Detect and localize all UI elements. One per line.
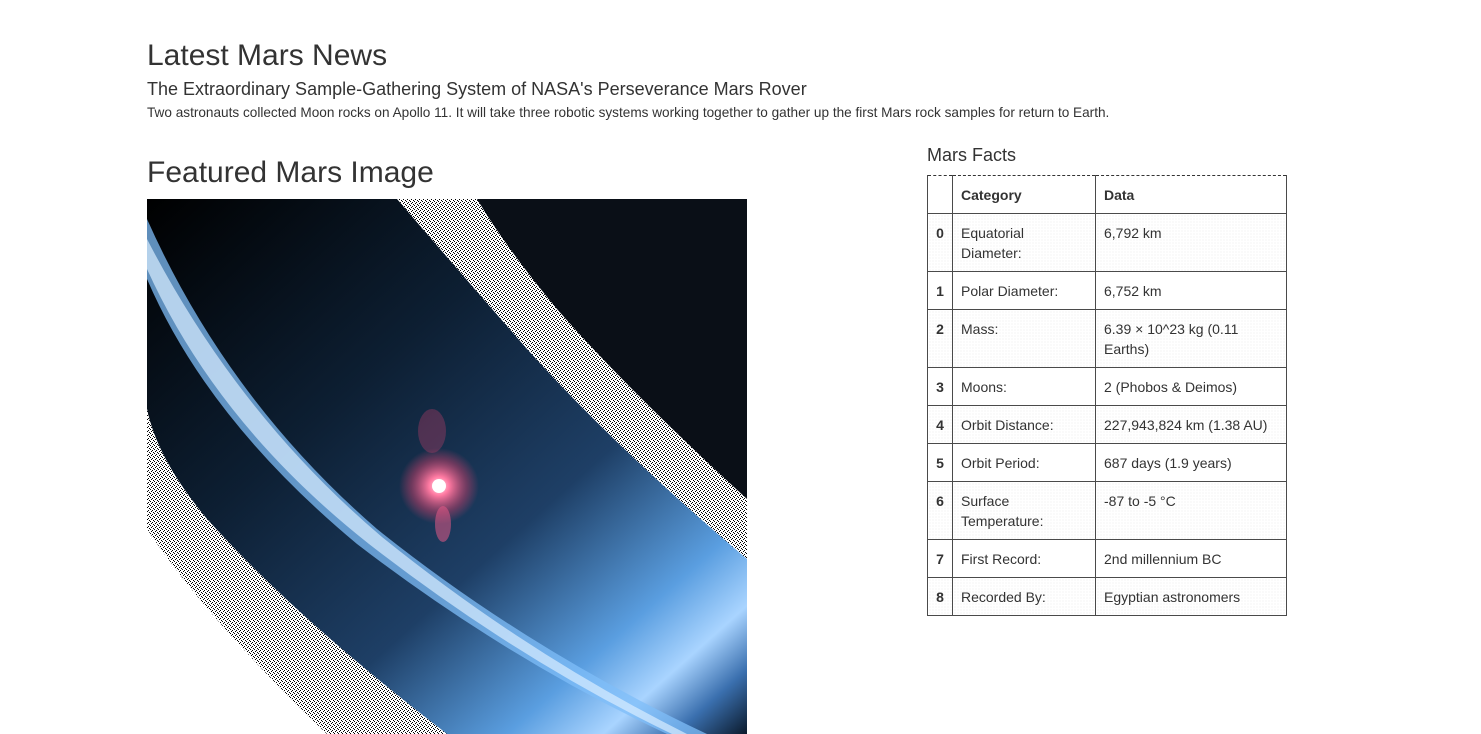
row-category: Orbit Period:: [952, 443, 1096, 482]
row-category: Moons:: [952, 367, 1096, 406]
column-header-index: [927, 175, 953, 214]
featured-mars-image: [147, 199, 747, 734]
row-data: 6,792 km: [1095, 213, 1287, 272]
table-row: 6 Surface Temperature: -87 to -5 °C: [927, 481, 1287, 540]
facts-table: Category Data 0 Equatorial Diameter: 6,7…: [927, 175, 1287, 616]
row-index: 3: [927, 367, 953, 406]
row-data: 2 (Phobos & Deimos): [1095, 367, 1287, 406]
row-index: 1: [927, 271, 953, 310]
featured-image-section: Featured Mars Image: [147, 155, 747, 734]
row-index: 6: [927, 481, 953, 540]
news-title: The Extraordinary Sample-Gathering Syste…: [147, 79, 807, 99]
table-row: 2 Mass: 6.39 × 10^23 kg (0.11 Earths): [927, 309, 1287, 368]
row-index: 5: [927, 443, 953, 482]
facts-header-row: Category Data: [927, 175, 1287, 214]
latest-news-section: Latest Mars News The Extraordinary Sampl…: [147, 38, 1297, 122]
page: Latest Mars News The Extraordinary Sampl…: [0, 0, 1481, 734]
row-category: Recorded By:: [952, 577, 1096, 616]
row-index: 2: [927, 309, 953, 368]
news-teaser: Two astronauts collected Moon rocks on A…: [147, 105, 1110, 120]
row-category: Mass:: [952, 309, 1096, 368]
row-data: 227,943,824 km (1.38 AU): [1095, 405, 1287, 444]
news-heading: Latest Mars News: [147, 39, 388, 72]
row-index: 4: [927, 405, 953, 444]
facts-heading: Mars Facts: [927, 145, 1017, 165]
row-category: Orbit Distance:: [952, 405, 1096, 444]
row-category: Polar Diameter:: [952, 271, 1096, 310]
row-category: First Record:: [952, 539, 1096, 578]
table-row: 0 Equatorial Diameter: 6,792 km: [927, 213, 1287, 272]
row-category: Surface Temperature:: [952, 481, 1096, 540]
column-header-data: Data: [1095, 175, 1287, 214]
column-header-category: Category: [952, 175, 1096, 214]
row-data: Egyptian astronomers: [1095, 577, 1287, 616]
row-index: 8: [927, 577, 953, 616]
table-row: 4 Orbit Distance: 227,943,824 km (1.38 A…: [927, 405, 1287, 444]
row-data: 6.39 × 10^23 kg (0.11 Earths): [1095, 309, 1287, 368]
row-data: -87 to -5 °C: [1095, 481, 1287, 540]
row-category: Equatorial Diameter:: [952, 213, 1096, 272]
row-data: 6,752 km: [1095, 271, 1287, 310]
row-index: 7: [927, 539, 953, 578]
table-row: 7 First Record: 2nd millennium BC: [927, 539, 1287, 578]
mars-facts-section: Mars Facts Category Data 0 Equatorial Di…: [927, 145, 1287, 616]
row-index: 0: [927, 213, 953, 272]
featured-heading: Featured Mars Image: [147, 156, 434, 189]
table-row: 3 Moons: 2 (Phobos & Deimos): [927, 367, 1287, 406]
table-row: 5 Orbit Period: 687 days (1.9 years): [927, 443, 1287, 482]
row-data: 687 days (1.9 years): [1095, 443, 1287, 482]
table-row: 8 Recorded By: Egyptian astronomers: [927, 577, 1287, 616]
table-row: 1 Polar Diameter: 6,752 km: [927, 271, 1287, 310]
row-data: 2nd millennium BC: [1095, 539, 1287, 578]
